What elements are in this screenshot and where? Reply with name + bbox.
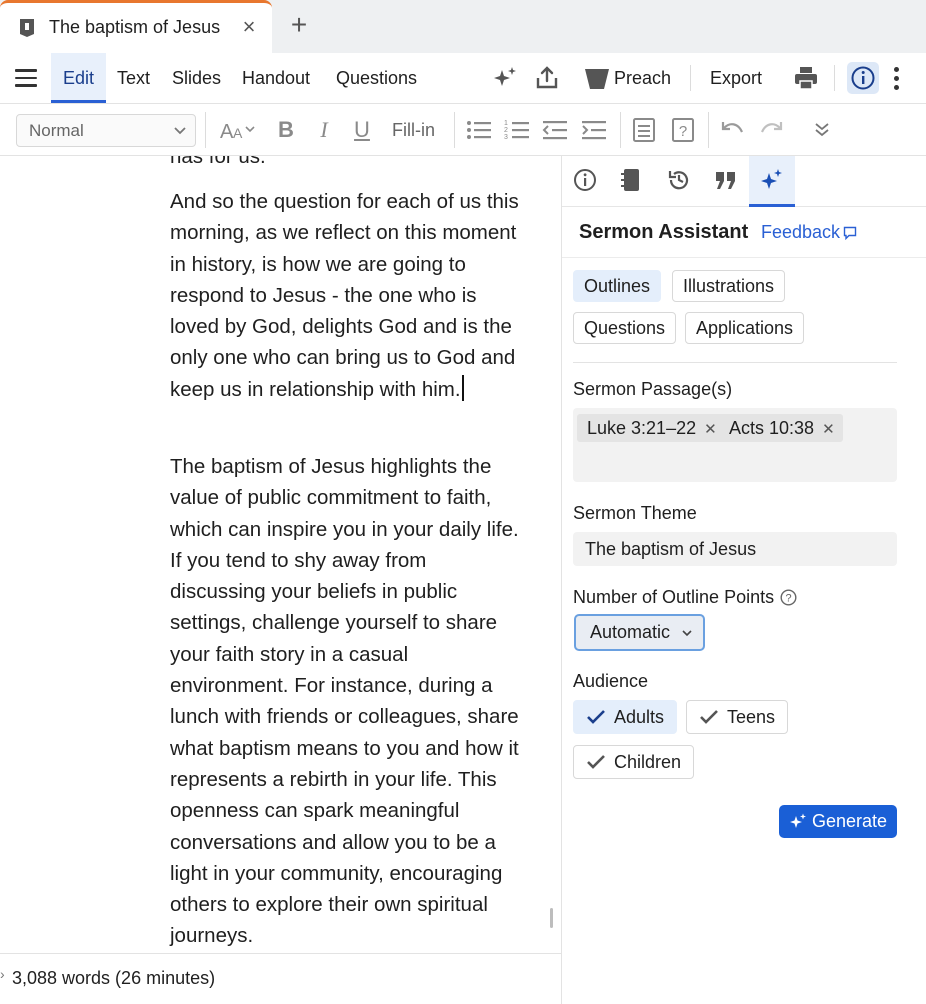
tab-notebook[interactable]: [608, 156, 654, 207]
paragraph-style-value: Normal: [29, 121, 84, 140]
fill-in-button[interactable]: Fill-in: [392, 116, 435, 144]
passage-input[interactable]: Luke 3:21–22 ✕ Acts 10:38 ✕: [573, 408, 897, 482]
font-size-icon[interactable]: A A: [218, 116, 260, 144]
chevron-down-icon: [174, 127, 186, 135]
theme-label: Sermon Theme: [573, 503, 697, 523]
outline-points-label: Number of Outline Points ?: [573, 587, 797, 608]
preach-button[interactable]: Preach: [614, 53, 671, 103]
generate-button[interactable]: Generate: [779, 805, 897, 838]
audience-adults[interactable]: Adults: [573, 700, 678, 734]
question-block-icon[interactable]: ?: [671, 116, 695, 144]
sermon-assistant-panel: Sermon Assistant Feedback Outlines Illus…: [562, 156, 926, 1004]
word-count: 3,088 words (26 minutes): [12, 968, 216, 988]
passage-token: Acts 10:38 ✕: [719, 414, 843, 442]
paragraph-style-select[interactable]: Normal: [16, 114, 196, 147]
audience-label: Audience: [573, 671, 649, 691]
paragraph: And so the question for each of us this …: [170, 190, 519, 401]
sparkle-icon: [761, 169, 782, 189]
sparkle-icon: [790, 813, 806, 828]
panel-tabs: [562, 156, 926, 207]
status-bar: › 3,088 words (26 minutes): [0, 953, 561, 1004]
tab-sermon-assistant[interactable]: [749, 156, 795, 207]
mode-applications[interactable]: Applications: [685, 312, 805, 344]
redo-icon[interactable]: [758, 116, 784, 144]
tab-bar: The baptism of Jesus × +: [0, 0, 926, 53]
feedback-link[interactable]: Feedback: [761, 222, 857, 243]
text-cursor: [461, 374, 464, 401]
outdent-icon[interactable]: [542, 116, 568, 144]
svg-text:?: ?: [786, 593, 792, 605]
note-block-icon[interactable]: [632, 116, 656, 144]
bold-button[interactable]: B: [274, 116, 298, 144]
check-icon: [587, 710, 605, 724]
info-icon: [574, 169, 596, 191]
scroll-handle[interactable]: [550, 908, 553, 928]
info-icon: [851, 66, 875, 90]
share-icon[interactable]: [534, 65, 560, 91]
theme-input[interactable]: The baptism of Jesus: [573, 532, 897, 566]
svg-text:?: ?: [679, 123, 687, 140]
quote-icon: [716, 172, 735, 189]
pulpit-icon: [585, 69, 609, 89]
audience-children[interactable]: Children: [573, 745, 695, 779]
info-button[interactable]: [847, 62, 879, 94]
document-tab[interactable]: The baptism of Jesus ×: [0, 0, 272, 53]
tab-quotes[interactable]: [703, 156, 749, 207]
passage-token: Luke 3:21–22 ✕: [577, 414, 725, 442]
indent-icon[interactable]: [581, 116, 607, 144]
export-button[interactable]: Export: [710, 53, 762, 103]
menu-text[interactable]: Text: [117, 53, 150, 103]
mode-illustrations[interactable]: Illustrations: [672, 270, 786, 302]
bullet-list-icon[interactable]: [466, 116, 492, 144]
chevron-right-icon[interactable]: ›: [0, 966, 10, 986]
svg-text:A: A: [220, 121, 234, 143]
hamburger-menu-icon[interactable]: [15, 69, 37, 87]
mode-questions[interactable]: Questions: [573, 312, 677, 344]
remove-passage-icon[interactable]: ✕: [822, 421, 835, 438]
menu-questions[interactable]: Questions: [336, 53, 417, 103]
new-tab-button[interactable]: +: [286, 11, 312, 39]
close-tab-icon[interactable]: ×: [239, 16, 259, 38]
svg-text:1: 1: [504, 120, 508, 127]
svg-text:3: 3: [504, 134, 508, 141]
paragraph: The baptism of Jesus highlights the valu…: [170, 455, 519, 948]
remove-passage-icon[interactable]: ✕: [704, 421, 717, 438]
chevron-down-icon: [682, 630, 692, 637]
sparkle-icon[interactable]: [492, 65, 518, 91]
tab-info[interactable]: [562, 156, 608, 207]
svg-text:2: 2: [504, 127, 508, 134]
svg-text:A: A: [233, 125, 243, 141]
mode-outlines[interactable]: Outlines: [573, 270, 662, 302]
passage-label: Sermon Passage(s): [573, 379, 733, 399]
print-icon[interactable]: [793, 65, 819, 91]
undo-icon[interactable]: [720, 116, 746, 144]
menu-slides[interactable]: Slides: [172, 53, 221, 103]
outline-points-select[interactable]: Automatic: [574, 614, 705, 651]
document-editor[interactable]: has for us. And so the question for each…: [0, 156, 561, 953]
help-icon[interactable]: ?: [780, 589, 797, 606]
more-options-icon[interactable]: [893, 67, 901, 91]
menu-edit[interactable]: Edit: [51, 53, 107, 103]
menu-bar: Edit Text Slides Handout Questions Preac…: [0, 53, 926, 104]
tab-title: The baptism of Jesus: [49, 17, 221, 37]
panel-title: Sermon Assistant: [579, 221, 749, 243]
format-toolbar: Normal A A B I U Fill-in 1 2 3 ?: [0, 104, 926, 156]
paragraph-partial: has for us.: [170, 156, 266, 168]
check-icon: [587, 755, 605, 769]
underline-button[interactable]: U: [350, 116, 374, 144]
numbered-list-icon[interactable]: 1 2 3: [504, 116, 530, 144]
menu-handout[interactable]: Handout: [242, 53, 310, 103]
history-icon: [668, 171, 689, 190]
italic-button[interactable]: I: [312, 116, 336, 144]
audience-teens[interactable]: Teens: [686, 700, 789, 734]
expand-toolbar-icon[interactable]: [812, 116, 832, 144]
notebook-icon: [621, 169, 639, 191]
document-icon: [20, 19, 34, 37]
check-icon: [700, 710, 718, 724]
tab-history[interactable]: [656, 156, 702, 207]
comment-icon: [843, 226, 857, 240]
